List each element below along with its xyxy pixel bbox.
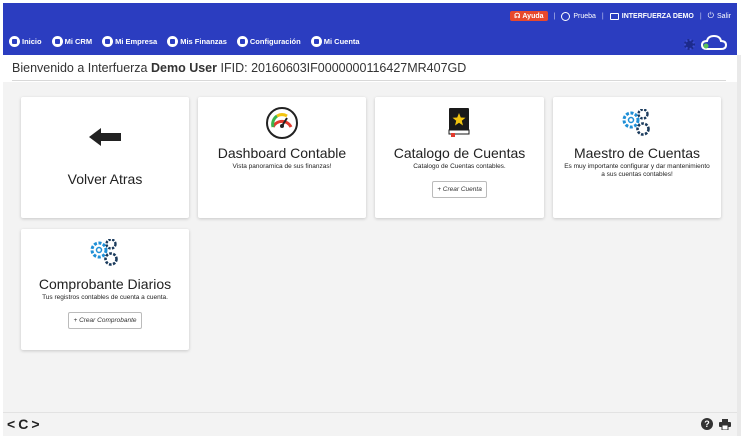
gears-icon	[90, 239, 118, 266]
button-wrap: + Crear Cuenta	[375, 178, 544, 198]
card-volver-atras[interactable]: Volver Atras	[21, 97, 189, 218]
scrollbar[interactable]	[737, 55, 741, 436]
bottom-actions: ?	[701, 418, 731, 430]
bottom-bar: < C > ?	[3, 412, 737, 436]
ifid-value: 20160603IF0000000116427MR407GD	[251, 61, 467, 75]
gear-icon	[236, 35, 248, 47]
separator: |	[553, 12, 556, 20]
nav-item-mis-finanzas[interactable]: Mis Finanzas	[167, 35, 227, 47]
card-title: Maestro de Cuentas	[573, 145, 701, 161]
help-icon[interactable]: ?	[701, 418, 713, 430]
user-name: Demo User	[151, 61, 217, 75]
nav-item-inicio[interactable]: Inicio	[9, 35, 42, 47]
gears-icon	[622, 109, 650, 136]
card-subtitle: Vista panoramica de sus finanzas!	[232, 163, 332, 170]
headset-icon: ☊	[514, 13, 521, 20]
card-comprobante-diarios[interactable]: Comprobante Diarios Tus registros contab…	[21, 229, 189, 350]
divider	[12, 80, 726, 81]
nav-controls: < C >	[7, 416, 40, 432]
settings-gear-icon[interactable]	[684, 39, 695, 50]
power-icon: ⏻	[707, 11, 714, 20]
calculator-icon	[167, 35, 179, 47]
separator: |	[699, 12, 702, 20]
nav-item-mi-cuenta[interactable]: Mi Cuenta	[310, 35, 360, 47]
building-icon	[102, 35, 114, 47]
card-title: Comprobante Diarios	[38, 276, 172, 292]
columns-icon	[9, 35, 20, 47]
separator: |	[601, 12, 604, 20]
printer-icon[interactable]	[719, 418, 731, 430]
welcome-line: Bienvenido a Interfuerza Demo User IFID:…	[12, 61, 467, 75]
forward-icon[interactable]: >	[31, 416, 39, 432]
cloud-icon[interactable]	[701, 34, 727, 52]
card-title: Dashboard Contable	[217, 145, 347, 161]
refresh-icon[interactable]: C	[18, 416, 28, 432]
nav-item-mi-crm[interactable]: Mi CRM	[51, 35, 92, 47]
company-menu[interactable]: INTERFUERZA DEMO	[609, 12, 694, 20]
card-subtitle: Es muy importante configurar y dar mante…	[564, 163, 710, 178]
book-star-icon	[448, 108, 470, 137]
arrow-left-icon	[89, 128, 121, 146]
main-nav: Inicio Mi CRM Mi Empresa Mis Finanzas Co…	[9, 33, 360, 49]
company-icon	[609, 12, 619, 20]
button-wrap: + Crear Comprobante	[21, 309, 189, 329]
card-title: Volver Atras	[67, 171, 143, 187]
user-menu[interactable]: Prueba	[561, 11, 596, 21]
nav-item-mi-empresa[interactable]: Mi Empresa	[102, 35, 157, 47]
card-title: Catalogo de Cuentas	[393, 145, 526, 161]
top-bar: ☊ Ayuda | Prueba | INTERFUERZA DEMO | ⏻ …	[510, 9, 731, 23]
gauge-icon	[266, 107, 298, 139]
app-header: ☊ Ayuda | Prueba | INTERFUERZA DEMO | ⏻ …	[3, 3, 737, 55]
card-catalogo-cuentas[interactable]: Catalogo de Cuentas Catalogo de Cuentas …	[375, 97, 544, 218]
crear-cuenta-button[interactable]: + Crear Cuenta	[432, 181, 487, 198]
user-icon	[561, 11, 571, 21]
help-button[interactable]: ☊ Ayuda	[510, 11, 548, 21]
user-icon	[310, 35, 322, 47]
card-dashboard-contable[interactable]: Dashboard Contable Vista panoramica de s…	[198, 97, 366, 218]
card-subtitle: Catalogo de Cuentas contables.	[413, 163, 506, 170]
crear-comprobante-button[interactable]: + Crear Comprobante	[68, 312, 142, 329]
nav-item-configuracion[interactable]: Configuración	[236, 35, 301, 47]
card-maestro-cuentas[interactable]: Maestro de Cuentas Es muy importante con…	[553, 97, 721, 218]
main-content: Volver Atras Dashboard Contable Vista pa…	[3, 82, 737, 412]
logout-button[interactable]: ⏻ Salir	[708, 12, 731, 20]
card-subtitle: Tus registros contables de cuenta a cuen…	[42, 294, 168, 301]
back-icon[interactable]: <	[7, 416, 15, 432]
share-icon	[51, 35, 63, 47]
